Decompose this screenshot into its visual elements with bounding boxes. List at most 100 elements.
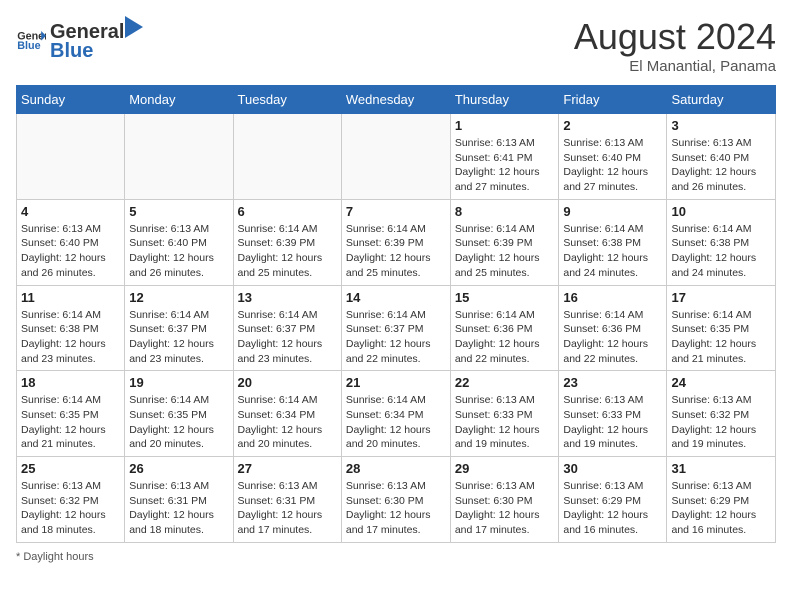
day-number: 4 bbox=[21, 204, 120, 219]
day-info: Sunrise: 6:13 AM Sunset: 6:40 PM Dayligh… bbox=[563, 136, 662, 195]
day-info: Sunrise: 6:14 AM Sunset: 6:34 PM Dayligh… bbox=[346, 393, 446, 452]
day-info: Sunrise: 6:14 AM Sunset: 6:36 PM Dayligh… bbox=[563, 308, 662, 367]
calendar-day-cell: 8 Sunrise: 6:14 AM Sunset: 6:39 PM Daylig… bbox=[450, 199, 559, 285]
day-info: Sunrise: 6:13 AM Sunset: 6:29 PM Dayligh… bbox=[671, 479, 771, 538]
calendar-day-cell: 31 Sunrise: 6:13 AM Sunset: 6:29 PM Dayli… bbox=[667, 457, 776, 543]
day-number: 29 bbox=[455, 461, 555, 476]
day-info: Sunrise: 6:14 AM Sunset: 6:38 PM Dayligh… bbox=[671, 222, 771, 281]
calendar-day-cell bbox=[233, 114, 341, 200]
location-subtitle: El Manantial, Panama bbox=[574, 58, 776, 75]
day-number: 6 bbox=[238, 204, 337, 219]
day-number: 16 bbox=[563, 290, 662, 305]
day-info: Sunrise: 6:13 AM Sunset: 6:41 PM Dayligh… bbox=[455, 136, 555, 195]
day-info: Sunrise: 6:14 AM Sunset: 6:39 PM Dayligh… bbox=[455, 222, 555, 281]
calendar-day-cell: 25Sunrise: 6:13 AM Sunset: 6:32 PM Dayli… bbox=[17, 457, 125, 543]
day-number: 26 bbox=[129, 461, 228, 476]
day-number: 13 bbox=[238, 290, 337, 305]
day-info: Sunrise: 6:13 AM Sunset: 6:29 PM Dayligh… bbox=[563, 479, 662, 538]
day-info: Sunrise: 6:14 AM Sunset: 6:35 PM Dayligh… bbox=[671, 308, 771, 367]
day-number: 22 bbox=[455, 375, 555, 390]
calendar-day-cell: 17 Sunrise: 6:14 AM Sunset: 6:35 PM Dayli… bbox=[667, 285, 776, 371]
logo-icon: General Blue bbox=[16, 25, 46, 55]
calendar-day-header: Monday bbox=[125, 86, 233, 114]
calendar-week-row: 11 Sunrise: 6:14 AM Sunset: 6:38 PM Dayli… bbox=[17, 285, 776, 371]
day-info: Sunrise: 6:13 AM Sunset: 6:32 PM Dayligh… bbox=[671, 393, 771, 452]
day-number: 17 bbox=[671, 290, 771, 305]
calendar-week-row: 4 Sunrise: 6:13 AM Sunset: 6:40 PM Daylig… bbox=[17, 199, 776, 285]
calendar-day-header: Thursday bbox=[450, 86, 559, 114]
day-info: Sunrise: 6:14 AM Sunset: 6:38 PM Dayligh… bbox=[21, 308, 120, 367]
calendar-day-cell: 4 Sunrise: 6:13 AM Sunset: 6:40 PM Daylig… bbox=[17, 199, 125, 285]
day-number: 12 bbox=[129, 290, 228, 305]
calendar-day-cell bbox=[17, 114, 125, 200]
logo: General Blue General Blue bbox=[16, 16, 144, 63]
day-info: Sunrise: 6:14 AM Sunset: 6:35 PM Dayligh… bbox=[21, 393, 120, 452]
calendar-day-cell: 30 Sunrise: 6:13 AM Sunset: 6:29 PM Dayli… bbox=[559, 457, 667, 543]
calendar-day-cell: 26 Sunrise: 6:13 AM Sunset: 6:31 PM Dayli… bbox=[125, 457, 233, 543]
day-number: 30 bbox=[563, 461, 662, 476]
calendar-day-cell: 10Sunrise: 6:14 AM Sunset: 6:38 PM Dayli… bbox=[667, 199, 776, 285]
day-info: Sunrise: 6:13 AM Sunset: 6:32 PM Dayligh… bbox=[21, 479, 120, 538]
day-info: Sunrise: 6:14 AM Sunset: 6:37 PM Dayligh… bbox=[238, 308, 337, 367]
calendar-day-cell: 11 Sunrise: 6:14 AM Sunset: 6:38 PM Dayli… bbox=[17, 285, 125, 371]
calendar-day-cell: 3 Sunrise: 6:13 AM Sunset: 6:40 PM Daylig… bbox=[667, 114, 776, 200]
day-number: 24 bbox=[671, 375, 771, 390]
calendar-day-cell: 2 Sunrise: 6:13 AM Sunset: 6:40 PM Daylig… bbox=[559, 114, 667, 200]
title-block: August 2024 El Manantial, Panama bbox=[574, 16, 776, 75]
day-info: Sunrise: 6:13 AM Sunset: 6:30 PM Dayligh… bbox=[346, 479, 446, 538]
day-info: Sunrise: 6:14 AM Sunset: 6:39 PM Dayligh… bbox=[238, 222, 337, 281]
calendar-day-cell: 20 Sunrise: 6:14 AM Sunset: 6:34 PM Dayli… bbox=[233, 371, 341, 457]
calendar-day-cell: 12Sunrise: 6:14 AM Sunset: 6:37 PM Dayli… bbox=[125, 285, 233, 371]
calendar-week-row: 18 Sunrise: 6:14 AM Sunset: 6:35 PM Dayli… bbox=[17, 371, 776, 457]
day-info: Sunrise: 6:14 AM Sunset: 6:35 PM Dayligh… bbox=[129, 393, 228, 452]
day-number: 18 bbox=[21, 375, 120, 390]
day-info: Sunrise: 6:13 AM Sunset: 6:31 PM Dayligh… bbox=[129, 479, 228, 538]
calendar-day-cell: 1 Sunrise: 6:13 AM Sunset: 6:41 PM Daylig… bbox=[450, 114, 559, 200]
day-number: 31 bbox=[671, 461, 771, 476]
day-number: 15 bbox=[455, 290, 555, 305]
day-number: 3 bbox=[671, 118, 771, 133]
day-number: 5 bbox=[129, 204, 228, 219]
day-info: Sunrise: 6:14 AM Sunset: 6:36 PM Dayligh… bbox=[455, 308, 555, 367]
calendar-day-cell: 16 Sunrise: 6:14 AM Sunset: 6:36 PM Dayli… bbox=[559, 285, 667, 371]
day-number: 21 bbox=[346, 375, 446, 390]
day-info: Sunrise: 6:14 AM Sunset: 6:37 PM Dayligh… bbox=[346, 308, 446, 367]
day-number: 23 bbox=[563, 375, 662, 390]
day-number: 2 bbox=[563, 118, 662, 133]
page-header: General Blue General Blue August 2024 El… bbox=[16, 16, 776, 75]
calendar-day-cell: 14 Sunrise: 6:14 AM Sunset: 6:37 PM Dayli… bbox=[341, 285, 450, 371]
footer-note: * Daylight hours bbox=[16, 551, 776, 563]
calendar-day-cell: 22Sunrise: 6:13 AM Sunset: 6:33 PM Dayli… bbox=[450, 371, 559, 457]
calendar-day-cell: 5 Sunrise: 6:13 AM Sunset: 6:40 PM Daylig… bbox=[125, 199, 233, 285]
day-info: Sunrise: 6:14 AM Sunset: 6:38 PM Dayligh… bbox=[563, 222, 662, 281]
day-number: 8 bbox=[455, 204, 555, 219]
calendar-day-cell: 6 Sunrise: 6:14 AM Sunset: 6:39 PM Daylig… bbox=[233, 199, 341, 285]
month-title: August 2024 bbox=[574, 16, 776, 58]
calendar-day-header: Friday bbox=[559, 86, 667, 114]
logo-triangle-icon bbox=[125, 16, 143, 38]
day-info: Sunrise: 6:13 AM Sunset: 6:30 PM Dayligh… bbox=[455, 479, 555, 538]
calendar-day-header: Tuesday bbox=[233, 86, 341, 114]
day-number: 14 bbox=[346, 290, 446, 305]
calendar-header-row: SundayMondayTuesdayWednesdayThursdayFrid… bbox=[17, 86, 776, 114]
day-info: Sunrise: 6:13 AM Sunset: 6:33 PM Dayligh… bbox=[563, 393, 662, 452]
calendar-day-cell: 23 Sunrise: 6:13 AM Sunset: 6:33 PM Dayli… bbox=[559, 371, 667, 457]
day-number: 7 bbox=[346, 204, 446, 219]
day-info: Sunrise: 6:13 AM Sunset: 6:40 PM Dayligh… bbox=[671, 136, 771, 195]
day-info: Sunrise: 6:13 AM Sunset: 6:40 PM Dayligh… bbox=[129, 222, 228, 281]
calendar-day-cell bbox=[341, 114, 450, 200]
day-number: 9 bbox=[563, 204, 662, 219]
calendar-day-cell: 13 Sunrise: 6:14 AM Sunset: 6:37 PM Dayli… bbox=[233, 285, 341, 371]
calendar-day-cell: 21 Sunrise: 6:14 AM Sunset: 6:34 PM Dayli… bbox=[341, 371, 450, 457]
day-number: 20 bbox=[238, 375, 337, 390]
day-number: 11 bbox=[21, 290, 120, 305]
calendar-day-cell: 7Sunrise: 6:14 AM Sunset: 6:39 PM Daylig… bbox=[341, 199, 450, 285]
day-number: 1 bbox=[455, 118, 555, 133]
day-info: Sunrise: 6:14 AM Sunset: 6:34 PM Dayligh… bbox=[238, 393, 337, 452]
day-number: 19 bbox=[129, 375, 228, 390]
calendar-day-cell: 27 Sunrise: 6:13 AM Sunset: 6:31 PM Dayli… bbox=[233, 457, 341, 543]
day-info: Sunrise: 6:13 AM Sunset: 6:40 PM Dayligh… bbox=[21, 222, 120, 281]
calendar-day-header: Sunday bbox=[17, 86, 125, 114]
day-info: Sunrise: 6:13 AM Sunset: 6:31 PM Dayligh… bbox=[238, 479, 337, 538]
day-number: 27 bbox=[238, 461, 337, 476]
